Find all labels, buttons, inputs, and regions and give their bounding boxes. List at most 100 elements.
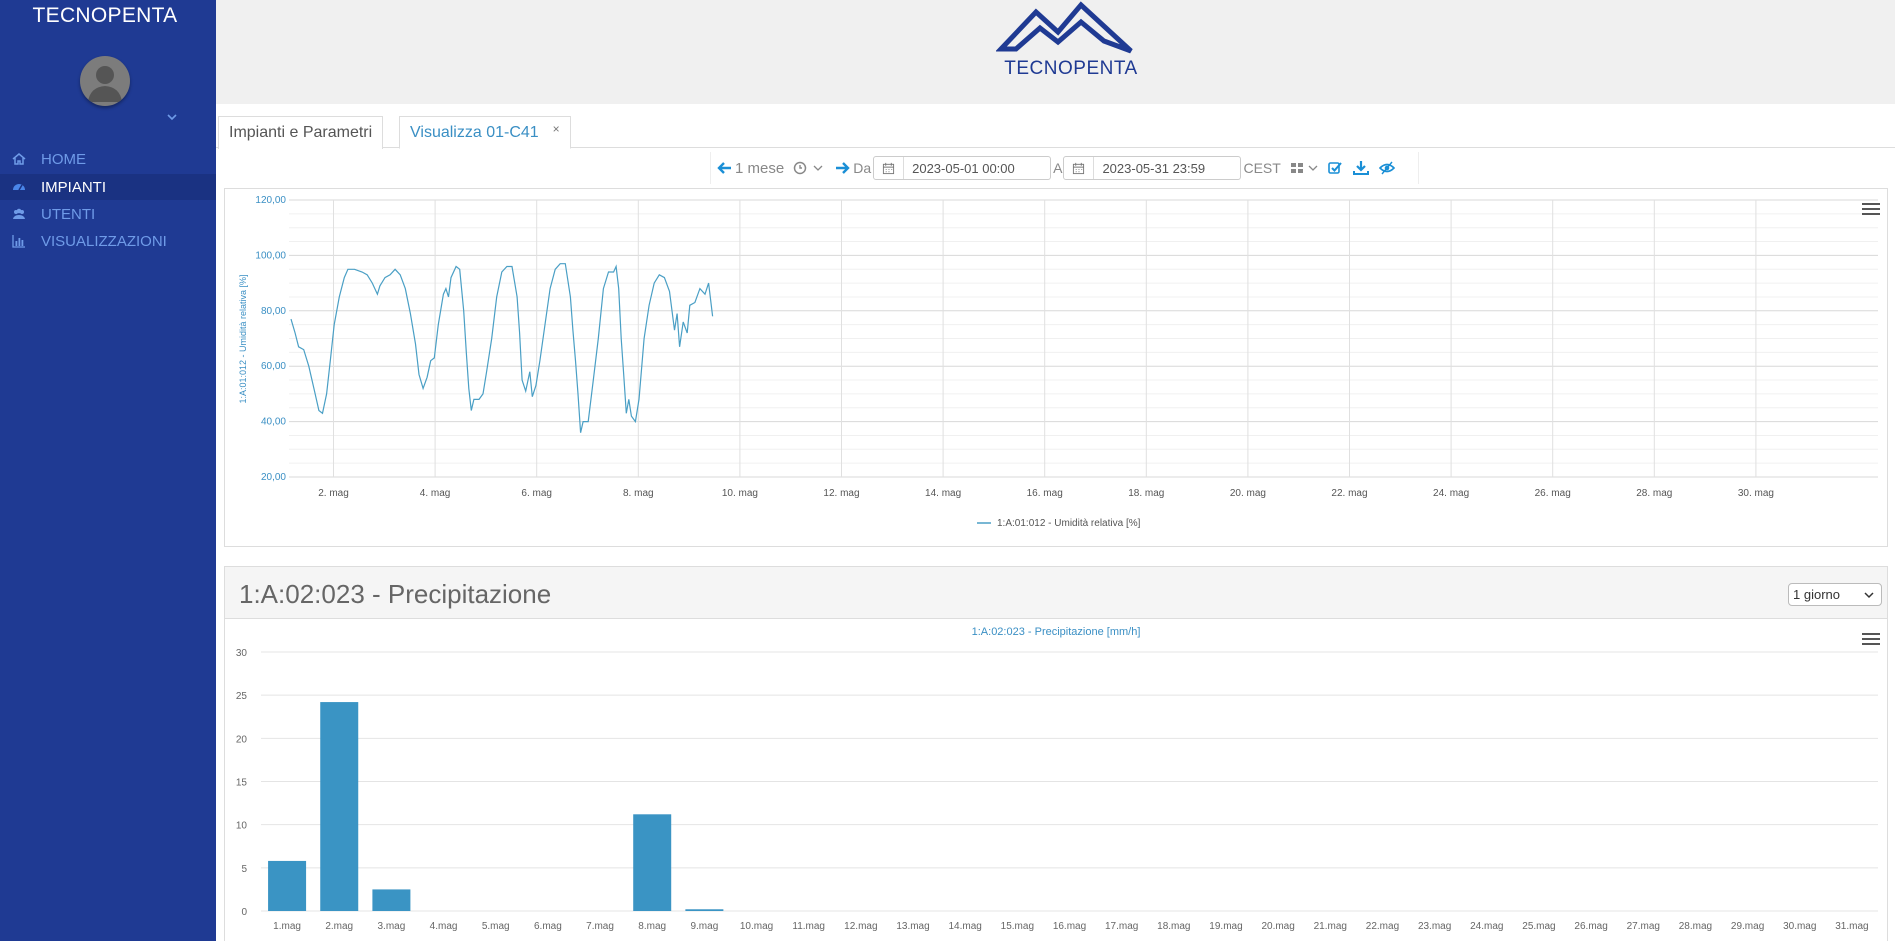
bar-chart-icon — [12, 234, 26, 248]
tab-label: Visualizza 01-C41 — [410, 123, 539, 141]
x-tick-label: 4. mag — [420, 488, 451, 499]
y-tick-label: 15 — [236, 778, 248, 789]
calendar-icon — [874, 157, 905, 179]
x-tick-label: 3.mag — [378, 921, 406, 932]
chevron-down-icon[interactable] — [1307, 160, 1319, 176]
date-toolbar: 1 mese Da 2023-05-01 00:00 A 2023-05-31 … — [710, 152, 1419, 184]
x-tick-label: 30. mag — [1738, 488, 1774, 499]
bar — [268, 860, 307, 911]
x-tick-label: 2.mag — [325, 921, 353, 932]
x-tick-label: 22. mag — [1331, 488, 1367, 499]
y-axis-label: 1:A:01:012 - Umidità relativa [%] — [238, 274, 248, 403]
home-icon — [12, 152, 26, 166]
chevron-down-icon[interactable] — [812, 160, 824, 176]
x-tick-label: 20. mag — [1230, 488, 1266, 499]
to-date-input[interactable]: 2023-05-31 23:59 — [1063, 156, 1242, 180]
x-tick-label: 18. mag — [1128, 488, 1164, 499]
x-tick-label: 10.mag — [740, 921, 773, 932]
range-select[interactable]: 1 giorno — [1788, 583, 1882, 606]
precipitation-bar-chart[interactable]: 30 25 20 15 10 5 0 1:A:02:023 - Precipitazione … — [225, 619, 1887, 941]
bar — [320, 702, 359, 911]
chart-menu-icon[interactable] — [1862, 203, 1880, 217]
x-tick-label: 11.mag — [792, 921, 825, 932]
panel-title: 1:A:02:023 - Precipitazione — [239, 579, 552, 609]
x-tick-label: 16.mag — [1053, 921, 1086, 932]
clock-icon[interactable] — [792, 160, 808, 176]
download-icon[interactable] — [1352, 160, 1369, 176]
y-tick-label: 40,00 — [261, 417, 286, 428]
x-tick-label: 14. mag — [925, 488, 961, 499]
x-tick-label: 24.mag — [1470, 921, 1503, 932]
y-tick-label: 20,00 — [261, 472, 286, 483]
x-tick-label: 21.mag — [1314, 921, 1347, 932]
bar — [633, 814, 672, 911]
tab-bar: Impianti e Parametri Visualizza 01-C41 × — [216, 116, 1895, 149]
to-date-value: 2023-05-31 23:59 — [1102, 160, 1206, 176]
user-menu-chevron-icon[interactable] — [165, 110, 179, 124]
users-icon — [12, 207, 26, 221]
x-tick-label: 6. mag — [521, 488, 552, 499]
y-tick-label: 5 — [241, 864, 247, 875]
bar — [372, 889, 411, 911]
period-label[interactable]: 1 mese — [735, 160, 784, 177]
x-tick-label: 2. mag — [318, 488, 349, 499]
x-tick-label: 26. mag — [1535, 488, 1571, 499]
x-tick-label: 5.mag — [482, 921, 510, 932]
sidebar-item-impianti[interactable]: IMPIANTI — [0, 174, 216, 200]
avatar[interactable] — [80, 56, 130, 106]
header: TECNOPENTA — [216, 0, 1895, 104]
y-tick-label: 0 — [241, 907, 247, 918]
sidebar-item-home[interactable]: HOME — [0, 146, 216, 172]
x-tick-label: 13.mag — [896, 921, 929, 932]
x-tick-label: 22.mag — [1366, 921, 1399, 932]
x-tick-label: 28.mag — [1679, 921, 1712, 932]
x-tick-label: 1.mag — [273, 921, 301, 932]
sidebar-item-utenti[interactable]: UTENTI — [0, 201, 216, 227]
x-tick-label: 25.mag — [1522, 921, 1555, 932]
x-tick-label: 19.mag — [1209, 921, 1242, 932]
grid-layout-icon[interactable] — [1289, 160, 1305, 176]
legend-label: 1:A:01:012 - Umidità relativa [%] — [997, 518, 1141, 529]
bar — [685, 909, 724, 911]
x-tick-label: 26.mag — [1574, 921, 1607, 932]
x-tick-label: 14.mag — [948, 921, 981, 932]
from-date-input[interactable]: 2023-05-01 00:00 — [873, 156, 1052, 180]
chevron-down-icon — [1864, 592, 1874, 599]
y-tick-label: 60,00 — [261, 361, 286, 372]
x-tick-label: 28. mag — [1636, 488, 1672, 499]
check-square-icon[interactable] — [1327, 160, 1343, 176]
from-label: Da — [853, 160, 872, 176]
y-tick-label: 25 — [236, 691, 248, 702]
sidebar-item-visualizzazioni[interactable]: VISUALIZZAZIONI — [0, 228, 216, 254]
sidebar-item-label: IMPIANTI — [41, 178, 107, 196]
y-tick-label: 120,00 — [255, 195, 286, 206]
x-tick-label: 20.mag — [1261, 921, 1294, 932]
sidebar-item-label: UTENTI — [41, 205, 96, 223]
y-tick-label: 100,00 — [255, 250, 286, 261]
humidity-line-chart[interactable]: 120,00 100,00 80,00 60,00 40,00 20,00 2. mag 4.… — [225, 189, 1889, 548]
timezone-label: CEST — [1243, 160, 1281, 176]
tab-close-icon[interactable]: × — [553, 122, 560, 136]
eye-slash-icon[interactable] — [1378, 160, 1395, 176]
arrow-left-icon[interactable] — [717, 160, 733, 176]
x-tick-label: 30.mag — [1783, 921, 1816, 932]
chart-title: 1:A:02:023 - Precipitazione [mm/h] — [972, 626, 1141, 638]
x-tick-label: 4.mag — [430, 921, 458, 932]
x-tick-label: 23.mag — [1418, 921, 1451, 932]
x-tick-label: 12. mag — [823, 488, 859, 499]
main-content: Impianti e Parametri Visualizza 01-C41 ×… — [216, 104, 1895, 941]
dashboard-icon — [12, 180, 26, 194]
humidity-chart-panel: 120,00 100,00 80,00 60,00 40,00 20,00 2. mag 4.… — [224, 188, 1888, 547]
tab-visualizza[interactable]: Visualizza 01-C41 × — [399, 116, 571, 149]
arrow-right-icon[interactable] — [834, 160, 850, 176]
tab-impianti-parametri[interactable]: Impianti e Parametri — [218, 116, 384, 149]
precipitation-panel: 1:A:02:023 - Precipitazione 1 giorno 30 2… — [224, 566, 1888, 941]
x-tick-label: 17.mag — [1105, 921, 1138, 932]
sidebar-brand: TECNOPENTA — [32, 4, 178, 27]
x-tick-label: 29.mag — [1731, 921, 1764, 932]
x-tick-label: 6.mag — [534, 921, 562, 932]
y-tick-label: 20 — [236, 734, 248, 745]
x-tick-label: 9.mag — [690, 921, 718, 932]
chart-menu-icon[interactable] — [1862, 633, 1880, 647]
sidebar: TECNOPENTA HOME IMPIANTI UTENTI VISUALIZ… — [0, 0, 216, 941]
